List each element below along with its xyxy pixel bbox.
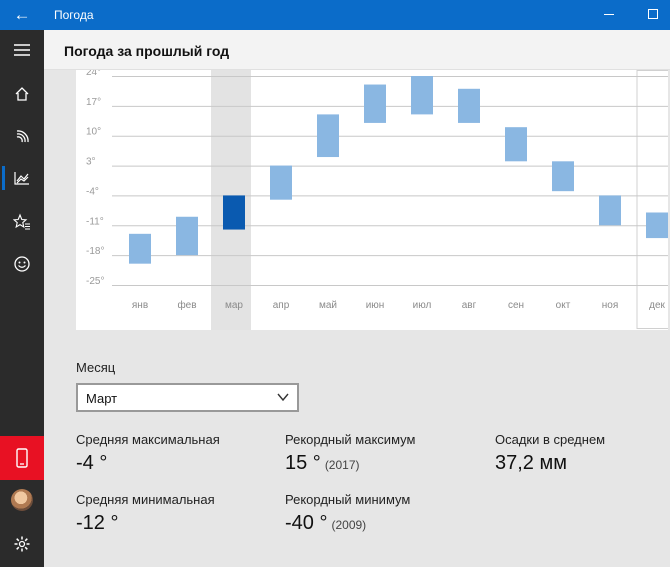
temperature-range-bar	[646, 212, 668, 239]
y-tick-label: -25°	[86, 276, 104, 287]
y-tick-label: 24°	[86, 70, 101, 78]
x-tick-label: июл	[413, 300, 432, 311]
nav-selection-indicator	[2, 166, 5, 190]
x-tick-label: окт	[556, 300, 571, 311]
chevron-down-icon	[277, 393, 289, 402]
x-tick-label: ноя	[602, 300, 619, 311]
x-tick-label: апр	[273, 300, 290, 311]
settings-gear-icon[interactable]	[0, 524, 44, 564]
minimize-icon[interactable]	[604, 14, 614, 15]
feedback-icon[interactable]	[0, 244, 44, 284]
menu-icon[interactable]	[0, 30, 44, 70]
temperature-range-bar	[505, 127, 527, 162]
avg-max-label: Средняя максимальная	[76, 432, 220, 447]
record-min-value: -40 ° (2009)	[285, 512, 366, 535]
temperature-range-bar	[317, 114, 339, 158]
back-arrow-icon[interactable]: ←	[8, 4, 36, 26]
page-title: Погода за прошлый год	[64, 43, 230, 59]
temperature-range-bar	[129, 233, 151, 264]
temperature-range-bar	[270, 165, 292, 200]
x-tick-label: сен	[508, 300, 524, 311]
page-header: Погода за прошлый год	[44, 30, 670, 70]
record-max-temp: 15 °	[285, 452, 321, 474]
historical-temperature-chart: 24° 17° 10° 3° -4° -11° -18° -25° янв фев мар апр ма…	[76, 70, 668, 330]
temperature-range-bar	[176, 216, 198, 256]
maximize-icon[interactable]	[648, 9, 658, 19]
nav-rail	[0, 30, 44, 567]
y-tick-label: -4°	[86, 186, 99, 197]
x-tick-label: июн	[366, 300, 385, 311]
month-dropdown[interactable]: Март	[76, 383, 299, 412]
x-tick-label: мар	[225, 300, 243, 311]
month-dropdown-value: Март	[86, 391, 118, 406]
avg-min-label: Средняя минимальная	[76, 492, 215, 507]
y-tick-label: 17°	[86, 97, 101, 108]
record-max-value: 15 ° (2017)	[285, 452, 360, 475]
temperature-range-bar	[458, 88, 480, 123]
record-min-label: Рекордный минимум	[285, 492, 411, 507]
precip-value: 37,2 мм	[495, 452, 567, 474]
forecast-icon[interactable]	[0, 116, 44, 156]
record-max-label: Рекордный максимум	[285, 432, 416, 447]
chart-svg: 24° 17° 10° 3° -4° -11° -18° -25° янв фев мар апр ма…	[86, 70, 668, 330]
month-label: Месяц	[76, 360, 116, 375]
temperature-range-bar	[599, 195, 621, 226]
y-tick-label: -11°	[86, 216, 104, 227]
avg-min-value: -12 °	[76, 512, 119, 534]
y-tick-label: 10°	[86, 127, 101, 138]
temperature-range-bar	[364, 84, 386, 123]
x-tick-label: авг	[462, 300, 477, 311]
favorites-icon[interactable]	[0, 202, 44, 242]
weather-app: ← Погода Погода за прошлый год 24° 17° 1…	[0, 0, 670, 567]
historical-chart-icon[interactable]	[0, 158, 44, 198]
home-icon[interactable]	[0, 74, 44, 114]
y-tick-label: -18°	[86, 246, 104, 257]
record-min-year: (2009)	[331, 518, 367, 532]
phone-icon[interactable]	[0, 436, 44, 480]
y-tick-label: 3°	[86, 157, 96, 168]
x-tick-label: дек	[649, 300, 665, 311]
x-tick-label: май	[319, 300, 337, 311]
precip-label: Осадки в среднем	[495, 432, 606, 447]
highlighted-month-column	[636, 70, 668, 329]
title-bar: ← Погода	[0, 0, 670, 30]
temperature-range-bar	[411, 76, 433, 115]
record-min-temp: -40 °	[285, 512, 328, 534]
avg-max-value: -4 °	[76, 452, 108, 474]
window-title: Погода	[54, 8, 94, 22]
x-tick-label: фев	[177, 299, 196, 311]
temperature-range-bar	[552, 161, 574, 192]
x-tick-label: янв	[132, 300, 148, 311]
avatar[interactable]	[11, 489, 33, 511]
record-max-year: (2017)	[324, 458, 360, 472]
temperature-range-bar	[223, 195, 245, 230]
